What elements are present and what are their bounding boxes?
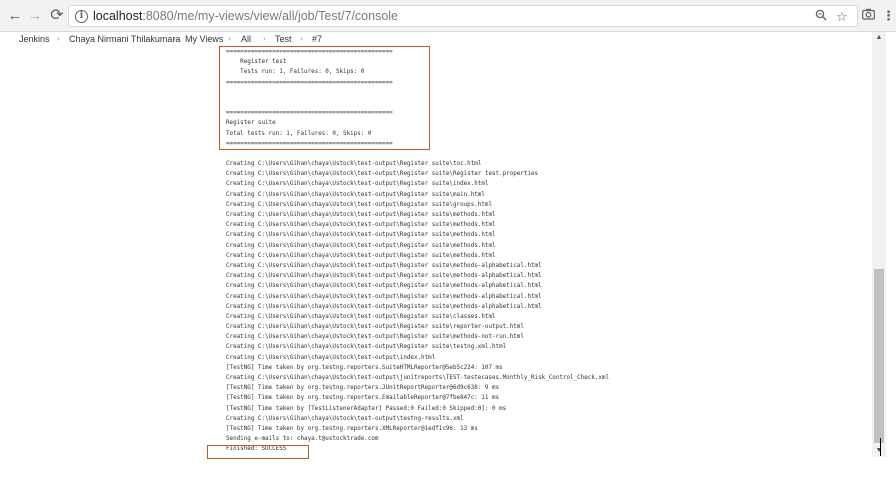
- console-line: Creating C:\Users\Gihan\chaya\Ustock\tes…: [226, 212, 496, 218]
- console-line: Creating C:\Users\Gihan\chaya\Ustock\tes…: [226, 191, 485, 198]
- console-line: Creating C:\Users\Gihan\chaya\Ustock\tes…: [226, 171, 539, 178]
- info-icon[interactable]: i: [75, 10, 88, 23]
- breadcrumb-item-build[interactable]: #7: [312, 33, 322, 45]
- console-line: ========================================…: [226, 140, 393, 147]
- breadcrumb-item-my-views[interactable]: My Views: [185, 33, 223, 45]
- breadcrumb-separator: ›: [228, 34, 231, 43]
- console-line: Creating C:\Users\Gihan\chaya\Ustock\tes…: [226, 273, 542, 280]
- console-line: Creating C:\Users\Gihan\chaya\Ustock\tes…: [226, 232, 496, 239]
- breadcrumb-item-jenkins[interactable]: Jenkins: [19, 33, 50, 45]
- scrollbar-thumb[interactable]: [874, 269, 884, 443]
- console-line: Creating C:\Users\Gihan\chaya\Ustock\tes…: [226, 344, 507, 351]
- console-line: Creating C:\Users\Gihan\chaya\Ustock\tes…: [226, 415, 464, 422]
- console-line: Creating C:\Users\Gihan\chaya\Ustock\tes…: [226, 293, 542, 300]
- console-line: Creating C:\Users\Gihan\chaya\Ustock\tes…: [226, 262, 542, 269]
- console-line: Creating C:\Users\Gihan\chaya\Ustock\tes…: [226, 313, 496, 320]
- console-line: [TestNG] Time taken by org.testng.report…: [226, 385, 500, 392]
- console-line: ========================================…: [226, 79, 393, 86]
- console-line: Register suite: [226, 120, 276, 127]
- scroll-down-icon[interactable]: ▼: [872, 445, 886, 457]
- breadcrumb-separator: ›: [300, 34, 303, 43]
- breadcrumb: Jenkins › Chaya Nirmani Thilakumara › My…: [0, 32, 872, 46]
- console-line: Creating C:\Users\Gihan\chaya\Ustock\tes…: [226, 303, 542, 310]
- console-line: Finished: SUCCESS: [226, 446, 287, 453]
- console-line: Creating C:\Users\Gihan\chaya\Ustock\tes…: [226, 324, 524, 331]
- zoom-icon[interactable]: [815, 9, 827, 24]
- address-bar[interactable]: i localhost:8080/me/my-views/view/all/jo…: [68, 5, 858, 27]
- console-line: Total tests run: 1, Failures: 0, Skips: …: [226, 130, 372, 137]
- url-text[interactable]: localhost:8080/me/my-views/view/all/job/…: [93, 9, 398, 24]
- console-line: [TestNG] Time taken by [TestListenerAdap…: [226, 405, 507, 412]
- menu-dots-icon[interactable]: ⋮: [882, 8, 895, 24]
- reload-icon[interactable]: ⟳: [48, 7, 66, 25]
- browser-toolbar: ← → ⟳ i localhost:8080/me/my-views/view/…: [0, 0, 896, 32]
- console-line: Tests run: 1, Failures: 0, Skips: 0: [226, 69, 365, 76]
- console-line: Creating C:\Users\Gihan\chaya\Ustock\tes…: [226, 242, 496, 249]
- console-line: Creating C:\Users\Gihan\chaya\Ustock\tes…: [226, 161, 482, 168]
- star-icon[interactable]: ☆: [836, 9, 848, 24]
- console-line: Sending e-mails to: chaya.t@ustocktrade.…: [226, 436, 379, 443]
- console-line: Creating C:\Users\Gihan\chaya\Ustock\tes…: [226, 283, 542, 290]
- console-line: Creating C:\Users\Gihan\chaya\Ustock\tes…: [226, 201, 492, 208]
- console-line: [TestNG] Time taken by org.testng.report…: [226, 395, 500, 402]
- console-line: [TestNG] Time taken by org.testng.report…: [226, 425, 478, 432]
- console-line: Creating C:\Users\Gihan\chaya\Ustock\tes…: [226, 252, 496, 259]
- breadcrumb-separator: ›: [57, 34, 60, 43]
- console-line: [TestNG] Time taken by org.testng.report…: [226, 364, 503, 371]
- breadcrumb-item-test[interactable]: Test: [275, 33, 292, 45]
- breadcrumb-item-all[interactable]: All: [241, 33, 251, 45]
- forward-arrow-icon[interactable]: →: [26, 7, 44, 25]
- console-line: Creating C:\Users\Gihan\chaya\Ustock\tes…: [226, 181, 489, 188]
- console-line: Creating C:\Users\Gihan\chaya\Ustock\tes…: [226, 222, 496, 229]
- console-line: Creating C:\Users\Gihan\chaya\Ustock\tes…: [226, 334, 524, 341]
- vertical-scrollbar[interactable]: ▲ ▼: [872, 32, 886, 457]
- camera-icon[interactable]: [862, 8, 875, 24]
- console-line: Creating C:\Users\Gihan\chaya\Ustock\tes…: [226, 375, 610, 381]
- scroll-up-icon[interactable]: ▲: [872, 32, 886, 44]
- url-host: localhost: [93, 9, 143, 23]
- console-output: ========================================…: [226, 47, 609, 455]
- console-line: ========================================…: [226, 110, 393, 117]
- console-line: ========================================…: [226, 49, 393, 55]
- url-path: :8080/me/my-views/view/all/job/Test/7/co…: [142, 9, 399, 23]
- breadcrumb-separator: ›: [263, 34, 266, 43]
- back-arrow-icon[interactable]: ←: [6, 7, 24, 25]
- console-line: Register test: [226, 59, 287, 66]
- console-line: Creating C:\Users\Gihan\chaya\Ustock\tes…: [226, 354, 436, 361]
- breadcrumb-item-user[interactable]: Chaya Nirmani Thilakumara: [69, 33, 180, 45]
- text-cursor: [880, 438, 881, 456]
- breadcrumb-separator: ›: [173, 34, 176, 43]
